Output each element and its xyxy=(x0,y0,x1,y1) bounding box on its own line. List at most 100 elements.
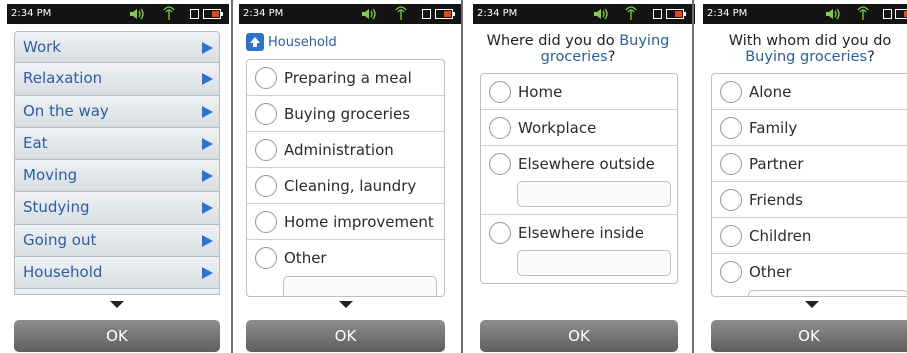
breadcrumb-label: Household xyxy=(268,34,337,50)
arrow-up-icon[interactable] xyxy=(246,33,264,51)
signal-icon xyxy=(857,4,869,24)
scroll-down-icon[interactable] xyxy=(339,301,353,308)
option-preparing-a-meal[interactable]: Preparing a meal xyxy=(247,60,444,96)
scroll-down-icon[interactable] xyxy=(805,301,819,308)
radio-button[interactable] xyxy=(720,261,742,283)
status-bar: 2:34 PM xyxy=(239,4,461,24)
menu-item-partial xyxy=(14,289,220,296)
option-home-improvement[interactable]: Home improvement xyxy=(247,204,444,240)
activity-category-screen: 2:34 PM Work Relaxation On the way Eat M… xyxy=(7,0,229,353)
option-buying-groceries[interactable]: Buying groceries xyxy=(247,96,444,132)
status-bar: 2:34 PM xyxy=(473,4,695,24)
household-activity-screen: 2:34 PM Household Preparing a meal Buyin… xyxy=(239,0,461,353)
status-time: 2:34 PM xyxy=(11,8,52,19)
arrow-right-icon xyxy=(202,202,213,215)
signal-icon xyxy=(163,4,175,24)
arrow-right-icon xyxy=(202,170,213,183)
menu-item-eat[interactable]: Eat xyxy=(14,127,220,161)
ok-button[interactable]: OK xyxy=(711,320,907,352)
radio-button[interactable] xyxy=(720,117,742,139)
signal-icon xyxy=(625,4,637,24)
arrow-right-icon xyxy=(202,42,213,54)
radio-button[interactable] xyxy=(720,189,742,211)
question-text: Where did you do Buying groceries? xyxy=(486,33,670,65)
status-bar: 2:34 PM xyxy=(7,4,229,24)
radio-button[interactable] xyxy=(489,81,511,103)
menu-item-going-out[interactable]: Going out xyxy=(14,224,220,258)
radio-button[interactable] xyxy=(720,81,742,103)
option-other[interactable]: Other xyxy=(247,240,444,296)
battery-icon xyxy=(203,9,221,19)
option-cleaning-laundry[interactable]: Cleaning, laundry xyxy=(247,168,444,204)
option-administration[interactable]: Administration xyxy=(247,132,444,168)
radio-button[interactable] xyxy=(720,225,742,247)
ok-button[interactable]: OK xyxy=(246,320,445,352)
screen-divider xyxy=(692,0,694,353)
signal-icon xyxy=(395,4,407,24)
outside-location-input[interactable] xyxy=(517,181,671,207)
radio-button[interactable] xyxy=(255,211,277,233)
inside-location-input[interactable] xyxy=(517,250,671,276)
status-time: 2:34 PM xyxy=(243,8,284,19)
scroll-down-icon[interactable] xyxy=(110,301,124,308)
battery-icon xyxy=(895,9,907,19)
radio-button[interactable] xyxy=(720,153,742,175)
screen-divider xyxy=(231,0,233,353)
option-elsewhere-inside[interactable]: Elsewhere inside xyxy=(481,215,677,282)
phone-icon xyxy=(190,9,199,19)
location-option-list: Home Workplace Elsewhere outside Elsewhe… xyxy=(480,73,678,284)
option-children[interactable]: Children xyxy=(712,218,907,254)
menu-item-household[interactable]: Household xyxy=(14,257,220,290)
phone-icon xyxy=(422,9,431,19)
menu-item-moving[interactable]: Moving xyxy=(14,160,220,193)
option-alone[interactable]: Alone xyxy=(712,74,907,110)
battery-icon xyxy=(666,9,684,19)
category-menu: Work Relaxation On the way Eat Moving St… xyxy=(14,31,220,296)
speaker-icon xyxy=(591,4,611,24)
menu-item-studying[interactable]: Studying xyxy=(14,192,220,225)
radio-button[interactable] xyxy=(489,153,511,175)
radio-button[interactable] xyxy=(255,139,277,161)
ok-button[interactable]: OK xyxy=(14,320,220,352)
activity-option-list: Preparing a meal Buying groceries Admini… xyxy=(246,59,445,297)
radio-button[interactable] xyxy=(489,222,511,244)
status-time: 2:34 PM xyxy=(477,8,518,19)
option-home[interactable]: Home xyxy=(481,74,677,110)
status-time: 2:34 PM xyxy=(707,8,748,19)
arrow-right-icon xyxy=(202,105,213,118)
other-text-input[interactable] xyxy=(283,276,437,296)
screen-divider xyxy=(461,0,463,353)
status-bar: 2:34 PM xyxy=(703,4,907,24)
companion-option-list: Alone Family Partner Friends Children Ot… xyxy=(711,73,907,297)
speaker-icon xyxy=(823,4,843,24)
question-text: With whom did you do Buying groceries? xyxy=(728,33,892,65)
radio-button[interactable] xyxy=(255,67,277,89)
radio-button[interactable] xyxy=(255,247,277,269)
option-family[interactable]: Family xyxy=(712,110,907,146)
option-partner[interactable]: Partner xyxy=(712,146,907,182)
phone-icon xyxy=(883,9,892,19)
menu-item-on-the-way[interactable]: On the way xyxy=(14,95,220,128)
arrow-right-icon xyxy=(202,267,213,280)
arrow-right-icon xyxy=(202,137,213,150)
arrow-right-icon xyxy=(202,234,213,247)
ok-button[interactable]: OK xyxy=(480,320,678,352)
phone-icon xyxy=(653,9,662,19)
option-workplace[interactable]: Workplace xyxy=(481,110,677,146)
option-other[interactable]: Other xyxy=(712,254,907,296)
speaker-icon xyxy=(359,4,379,24)
speaker-icon xyxy=(127,4,147,24)
radio-button[interactable] xyxy=(489,117,511,139)
companion-question-screen: 2:34 PM With whom did you do Buying groc… xyxy=(703,0,907,353)
other-text-input[interactable] xyxy=(748,290,907,296)
battery-icon xyxy=(435,9,453,19)
radio-button[interactable] xyxy=(255,103,277,125)
location-question-screen: 2:34 PM Where did you do Buying grocerie… xyxy=(473,0,695,353)
option-elsewhere-outside[interactable]: Elsewhere outside xyxy=(481,146,677,215)
menu-item-relaxation[interactable]: Relaxation xyxy=(14,63,220,96)
arrow-right-icon xyxy=(202,73,213,86)
menu-item-work[interactable]: Work xyxy=(14,31,220,64)
breadcrumb[interactable]: Household xyxy=(246,33,337,51)
option-friends[interactable]: Friends xyxy=(712,182,907,218)
radio-button[interactable] xyxy=(255,175,277,197)
